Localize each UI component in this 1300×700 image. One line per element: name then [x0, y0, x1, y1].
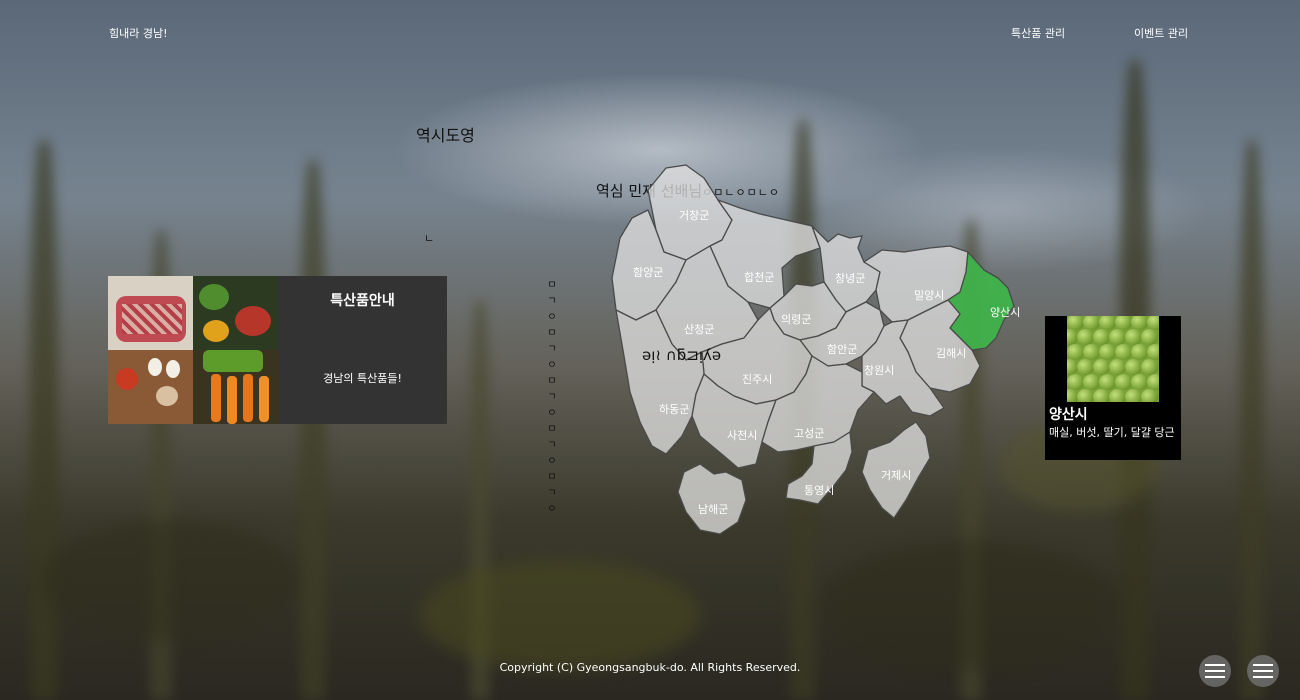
vertical-glyph: ㅁ [547, 376, 557, 387]
label-haman: 함안군 [827, 343, 858, 356]
background-foliage [820, 540, 1120, 670]
menu-button[interactable] [1199, 655, 1231, 687]
vertical-glyph: ㅇ [547, 360, 557, 371]
label-namhae: 남해군 [698, 503, 729, 516]
background-foliage [40, 520, 300, 640]
region-namhae[interactable] [677, 463, 747, 535]
plum [1099, 316, 1116, 330]
plum [1147, 316, 1159, 330]
plum [1067, 316, 1084, 330]
vertical-glyph: ㅁ [547, 472, 557, 483]
vertical-glyph: ㅇ [547, 504, 557, 515]
plum [1099, 344, 1116, 360]
label-hapcheon: 합천군 [744, 271, 775, 284]
label-yangsan: 양산시 [990, 306, 1021, 319]
plum [1099, 374, 1116, 390]
brand-link[interactable]: 힘내라 경남! [109, 25, 168, 41]
vertical-glyph: ㅇ [547, 456, 557, 467]
plum [1125, 329, 1142, 345]
vertical-glyph: ㅁ [547, 424, 557, 435]
background-foliage [420, 560, 700, 670]
plum [1131, 316, 1148, 330]
overlay-title-mirrored: 역시도영 [416, 126, 475, 145]
photo-greens [193, 276, 278, 350]
photo-strawberry-basket [108, 276, 193, 350]
plum [1125, 389, 1142, 402]
vertical-glyph: ㅇ [547, 312, 557, 323]
plum [1083, 316, 1100, 330]
nav-specialty-management[interactable]: 특산품 관리 [1011, 25, 1065, 41]
vertical-glyph: ㅁ [547, 328, 557, 339]
label-sancheong: 산청군 [684, 323, 715, 336]
label-hamyang: 함양군 [633, 266, 664, 279]
plum [1141, 389, 1158, 402]
vertical-glyph: ㄱ [547, 392, 557, 403]
specialty-info-card[interactable]: 특산품안내 경남의 특산품들! [108, 276, 447, 424]
background-stalk [1240, 140, 1264, 700]
label-miryang: 밀양시 [914, 289, 945, 302]
plum [1067, 344, 1084, 360]
nav-event-management[interactable]: 이벤트 관리 [1134, 25, 1188, 41]
plum [1093, 329, 1110, 345]
plum [1083, 374, 1100, 390]
plum [1109, 389, 1126, 402]
plum [1115, 344, 1132, 360]
plum [1115, 374, 1132, 390]
vegetables-photo [108, 276, 278, 424]
region-popup[interactable]: 양산시 매실, 버섯, 딸기, 달걀 당근 [1045, 316, 1181, 460]
info-card-body: 특산품안내 경남의 특산품들! [278, 276, 447, 424]
info-card-subtitle: 경남의 특산품들! [323, 372, 402, 385]
plum [1077, 359, 1094, 375]
background-stalk [300, 160, 326, 700]
photo-eggs-tomatoes [108, 350, 193, 424]
plum [1109, 359, 1126, 375]
info-card-title: 특산품안내 [330, 293, 395, 309]
plum [1147, 374, 1159, 390]
vertical-glyph-column: ㅁㄱㅇㅁㄱㅇㅁㄱㅇㅁㄱㅇㅁㄱㅇ [546, 278, 558, 518]
plum [1125, 359, 1142, 375]
vertical-glyph: ㅁ [547, 280, 557, 291]
vertical-glyph: ㅇ [547, 408, 557, 419]
label-geoje: 거제시 [881, 469, 912, 482]
label-geochang: 거창군 [679, 209, 710, 222]
overlay-flipped-text: ǝᴉ≀ ∩ƃ⊐ᴉʎǝ [642, 346, 722, 364]
label-uiryeong: 의령군 [781, 313, 812, 326]
label-changwon: 창원시 [864, 364, 895, 377]
label-tongyeong: 통영시 [804, 484, 835, 497]
vertical-glyph: ㄱ [547, 296, 557, 307]
label-goseong: 고성군 [794, 427, 825, 440]
popup-region-name: 양산시 [1049, 407, 1088, 423]
photo-carrots [193, 350, 278, 424]
plum [1077, 389, 1094, 402]
vertical-glyph: ㄱ [547, 440, 557, 451]
plum [1083, 344, 1100, 360]
popup-products: 매실, 버섯, 딸기, 달걀 당근 [1049, 426, 1175, 439]
plum [1141, 329, 1158, 345]
label-changnyeong: 창녕군 [835, 272, 866, 285]
plum [1115, 316, 1132, 330]
plum [1077, 329, 1094, 345]
plum [1131, 374, 1148, 390]
vertical-glyph: ㄱ [547, 344, 557, 355]
plum [1147, 344, 1159, 360]
label-hadong: 하동군 [659, 403, 690, 416]
footer-copyright: Copyright (C) Gyeongsangbuk-do. All Righ… [499, 661, 801, 674]
label-gimhae: 김해시 [936, 347, 967, 360]
menu-button-secondary[interactable] [1247, 655, 1279, 687]
top-navigation: 힘내라 경남! 특산품 관리 이벤트 관리 [0, 25, 1300, 41]
plum [1093, 389, 1110, 402]
plum [1067, 374, 1084, 390]
overlay-small-glyph: ㄴ [424, 232, 435, 245]
plum [1093, 359, 1110, 375]
green-plum-photo [1067, 316, 1159, 402]
label-jinju: 진주시 [742, 373, 773, 386]
vertical-glyph: ㄱ [547, 488, 557, 499]
background-stalk [30, 140, 58, 700]
label-sacheon: 사천시 [727, 429, 758, 442]
plum [1109, 329, 1126, 345]
plum [1141, 359, 1158, 375]
plum [1131, 344, 1148, 360]
